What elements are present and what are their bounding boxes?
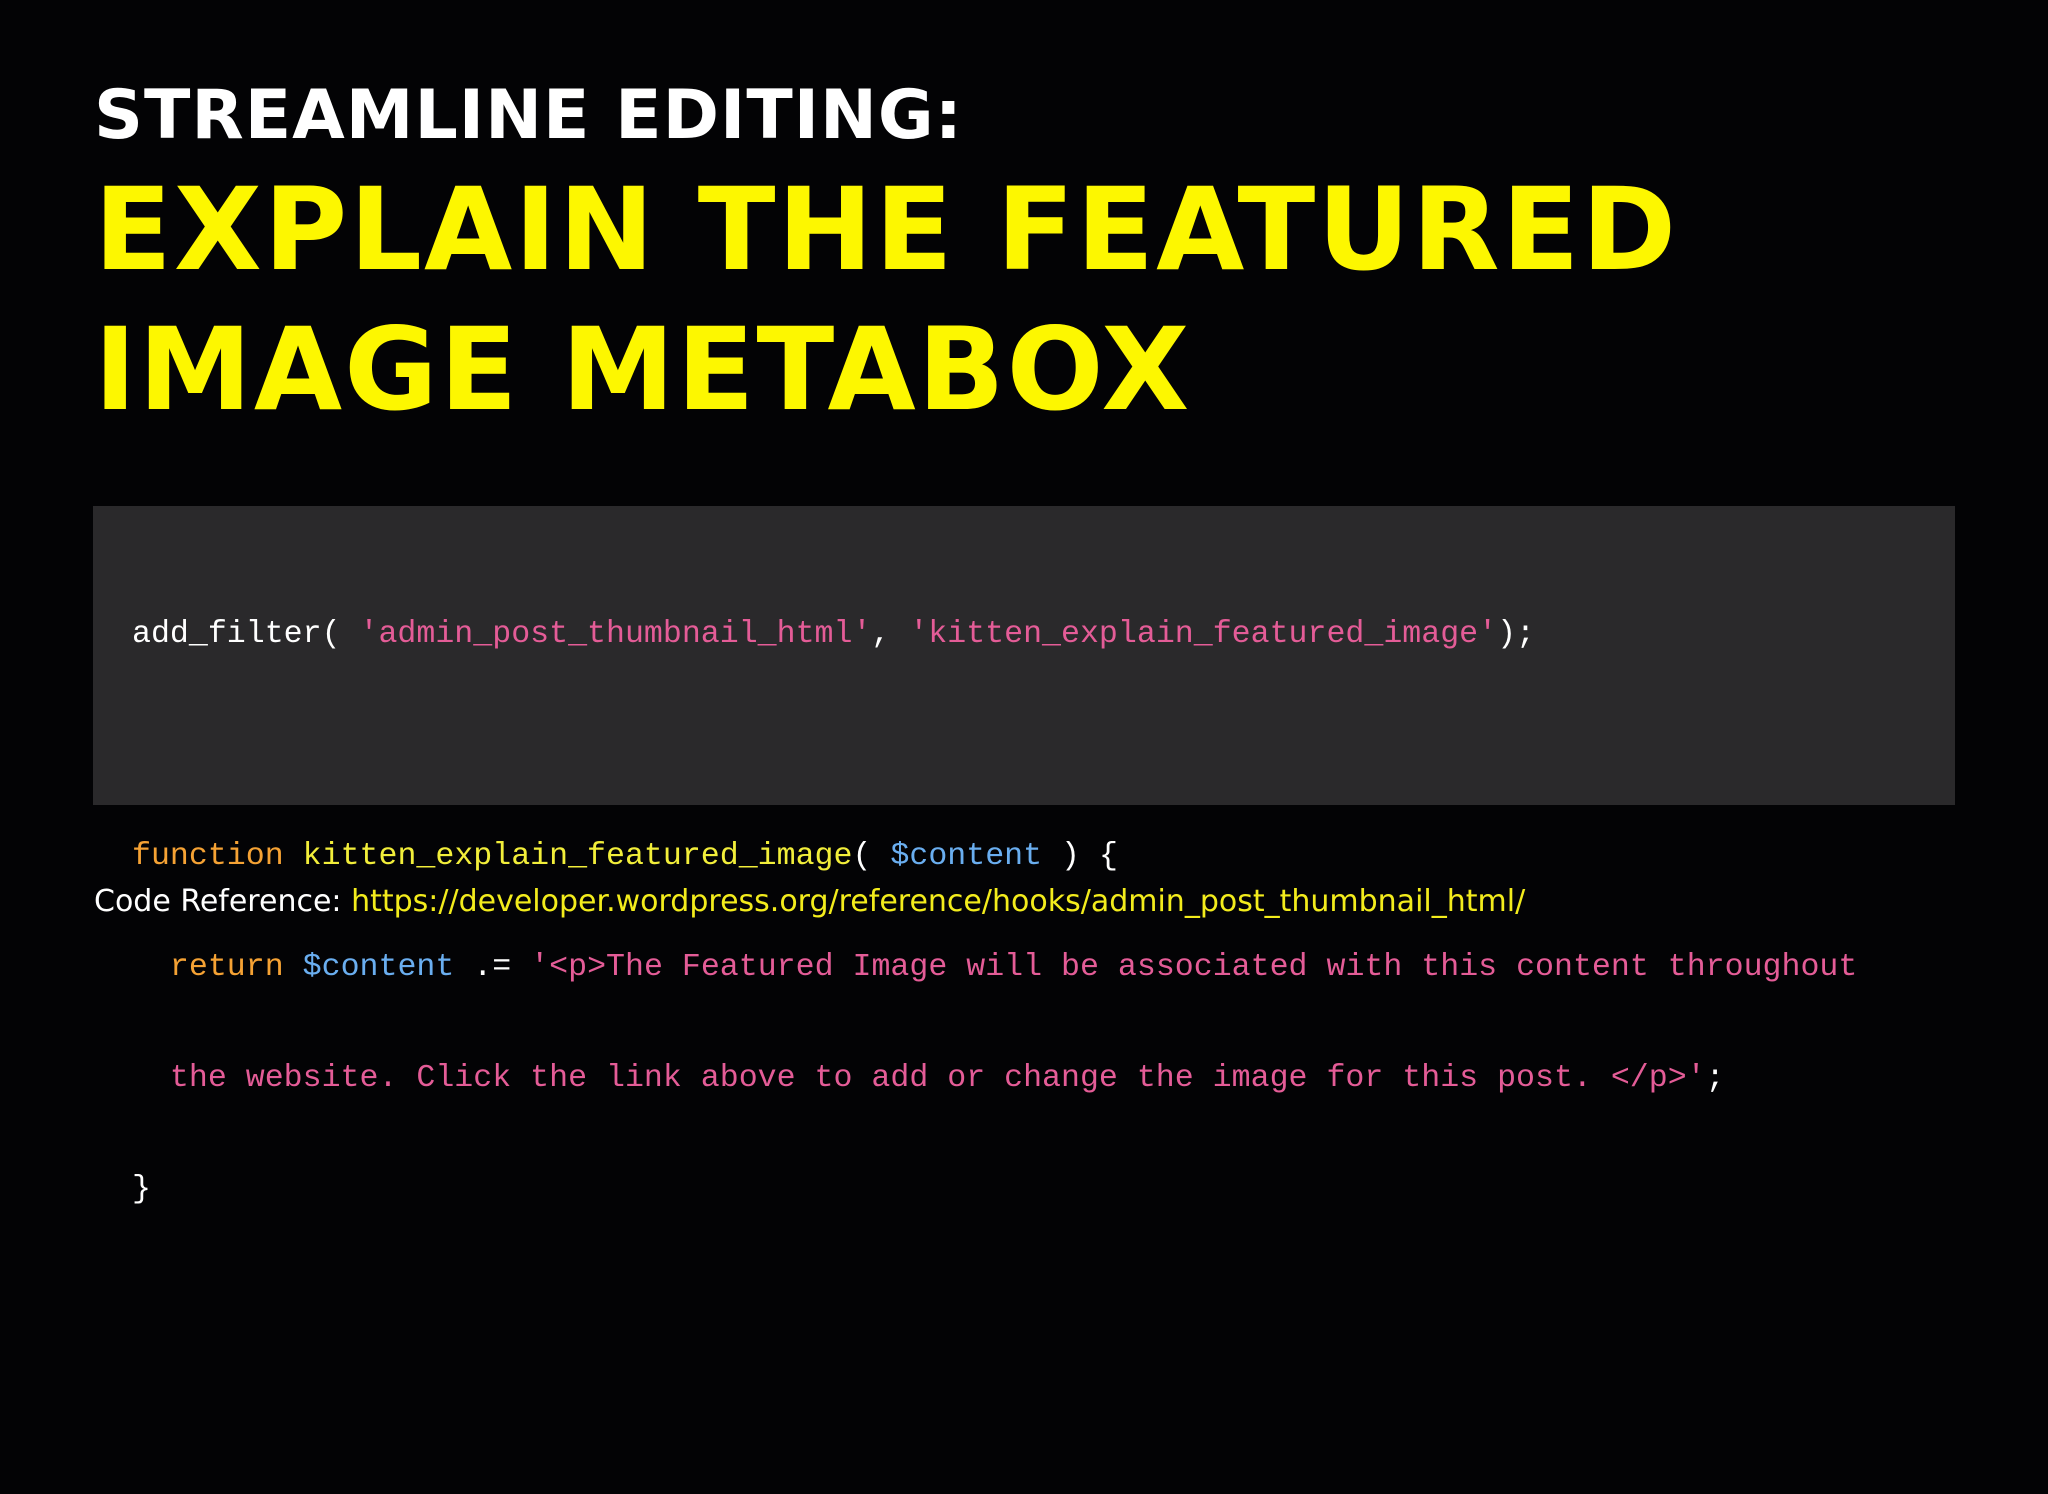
code-variable-content: $content bbox=[890, 839, 1043, 874]
code-line-1: add_filter( 'admin_post_thumbnail_html',… bbox=[132, 616, 1857, 653]
code-line-4: return $content .= '<p>The Featured Imag… bbox=[132, 949, 1857, 986]
code-string-callback-name: 'kitten_explain_featured_image' bbox=[909, 617, 1498, 652]
code-keyword-function: function bbox=[132, 839, 284, 874]
code-string-message-continued: the website. Click the link above to add… bbox=[169, 1061, 1706, 1096]
code-string-message: '<p>The Featured Image will be associate… bbox=[530, 950, 1858, 985]
code-reference-link[interactable]: https://developer.wordpress.org/referenc… bbox=[351, 884, 1525, 919]
code-token: ); bbox=[1497, 617, 1536, 652]
code-function-name: kitten_explain_featured_image bbox=[302, 839, 853, 874]
code-token: , bbox=[871, 617, 910, 652]
code-block: add_filter( 'admin_post_thumbnail_html',… bbox=[93, 506, 1955, 1207]
slide-kicker: STREAMLINE EDITING: bbox=[94, 76, 963, 155]
code-line-3: function kitten_explain_featured_image( … bbox=[132, 838, 1857, 875]
slide-title-line-1: EXPLAIN THE FEATURED bbox=[94, 163, 1679, 296]
code-token: add_filter( bbox=[132, 617, 360, 652]
code-closing-brace: } bbox=[132, 1172, 151, 1207]
code-variable-content: $content bbox=[302, 950, 455, 985]
code-keyword-return: return bbox=[169, 950, 284, 985]
slide-title-line-2: IMAGE METABOX bbox=[94, 303, 1192, 436]
slide: STREAMLINE EDITING: EXPLAIN THE FEATURED… bbox=[0, 0, 2048, 1494]
code-line-5: the website. Click the link above to add… bbox=[132, 1060, 1857, 1097]
code-string-hook-name: 'admin_post_thumbnail_html' bbox=[359, 617, 872, 652]
slide-title: EXPLAIN THE FEATURED IMAGE METABOX bbox=[94, 160, 1678, 440]
code-reference-label: Code Reference: bbox=[94, 884, 352, 919]
code-token: ; bbox=[1705, 1061, 1725, 1096]
code-token: ( bbox=[852, 839, 891, 874]
code-line-6: } bbox=[132, 1171, 1857, 1208]
code-token: ) { bbox=[1042, 839, 1118, 874]
code-operator: .= bbox=[454, 950, 531, 985]
code-reference: Code Reference: https://developer.wordpr… bbox=[94, 882, 1525, 922]
code-line-2-blank bbox=[132, 727, 1857, 764]
